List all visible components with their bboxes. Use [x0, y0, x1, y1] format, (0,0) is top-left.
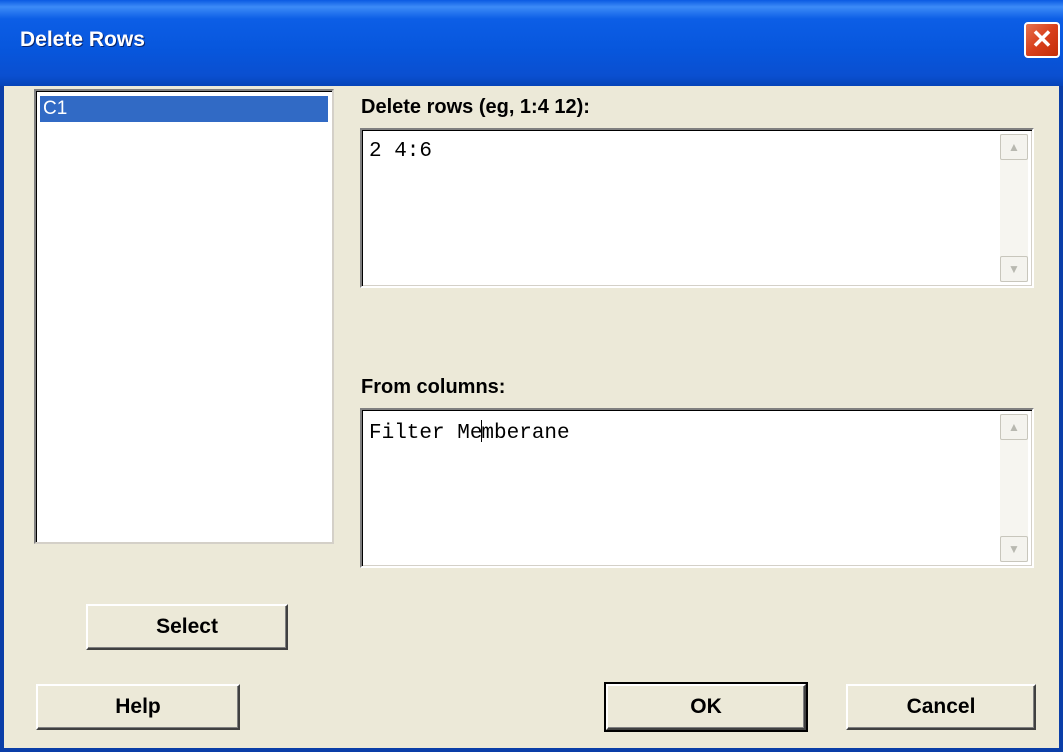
chevron-up-icon: ▲ [1008, 420, 1020, 434]
close-icon: ✕ [1031, 24, 1053, 54]
column-listbox[interactable]: C1 [34, 89, 334, 544]
from-columns-label: From columns: [361, 376, 506, 398]
dialog-title: Delete Rows [20, 28, 145, 51]
chevron-up-icon: ▲ [1008, 140, 1020, 154]
chevron-down-icon: ▼ [1008, 542, 1020, 556]
from-columns-value-start: Filter Me [369, 422, 483, 445]
close-button[interactable]: ✕ [1024, 22, 1060, 58]
scroll-up-button[interactable]: ▲ [1000, 414, 1028, 440]
scroll-up-button[interactable]: ▲ [1000, 134, 1028, 160]
from-columns-input[interactable]: Filter Memberane ▲ ▼ [360, 408, 1034, 568]
delete-rows-value: 2 4:6 [369, 140, 433, 163]
cancel-button[interactable]: Cancel [846, 684, 1036, 730]
select-button[interactable]: Select [86, 604, 288, 650]
title-bar[interactable]: Delete Rows ✕ [0, 0, 1063, 86]
help-button[interactable]: Help [36, 684, 240, 730]
chevron-down-icon: ▼ [1008, 262, 1020, 276]
ok-button[interactable]: OK [604, 682, 808, 732]
from-columns-value-end: mberane [481, 422, 570, 445]
scroll-down-button[interactable]: ▼ [1000, 256, 1028, 282]
from-columns-value: Filter Memberane [369, 420, 570, 445]
delete-rows-scrollbar[interactable]: ▲ ▼ [1000, 134, 1028, 282]
scroll-down-button[interactable]: ▼ [1000, 536, 1028, 562]
delete-rows-dialog: Delete Rows ✕ C1 Delete rows (eg, 1:4 12… [0, 0, 1063, 752]
list-item-c1[interactable]: C1 [40, 96, 328, 122]
delete-rows-label: Delete rows (eg, 1:4 12): [361, 96, 590, 118]
from-columns-scrollbar[interactable]: ▲ ▼ [1000, 414, 1028, 562]
delete-rows-input[interactable]: 2 4:6 ▲ ▼ [360, 128, 1034, 288]
